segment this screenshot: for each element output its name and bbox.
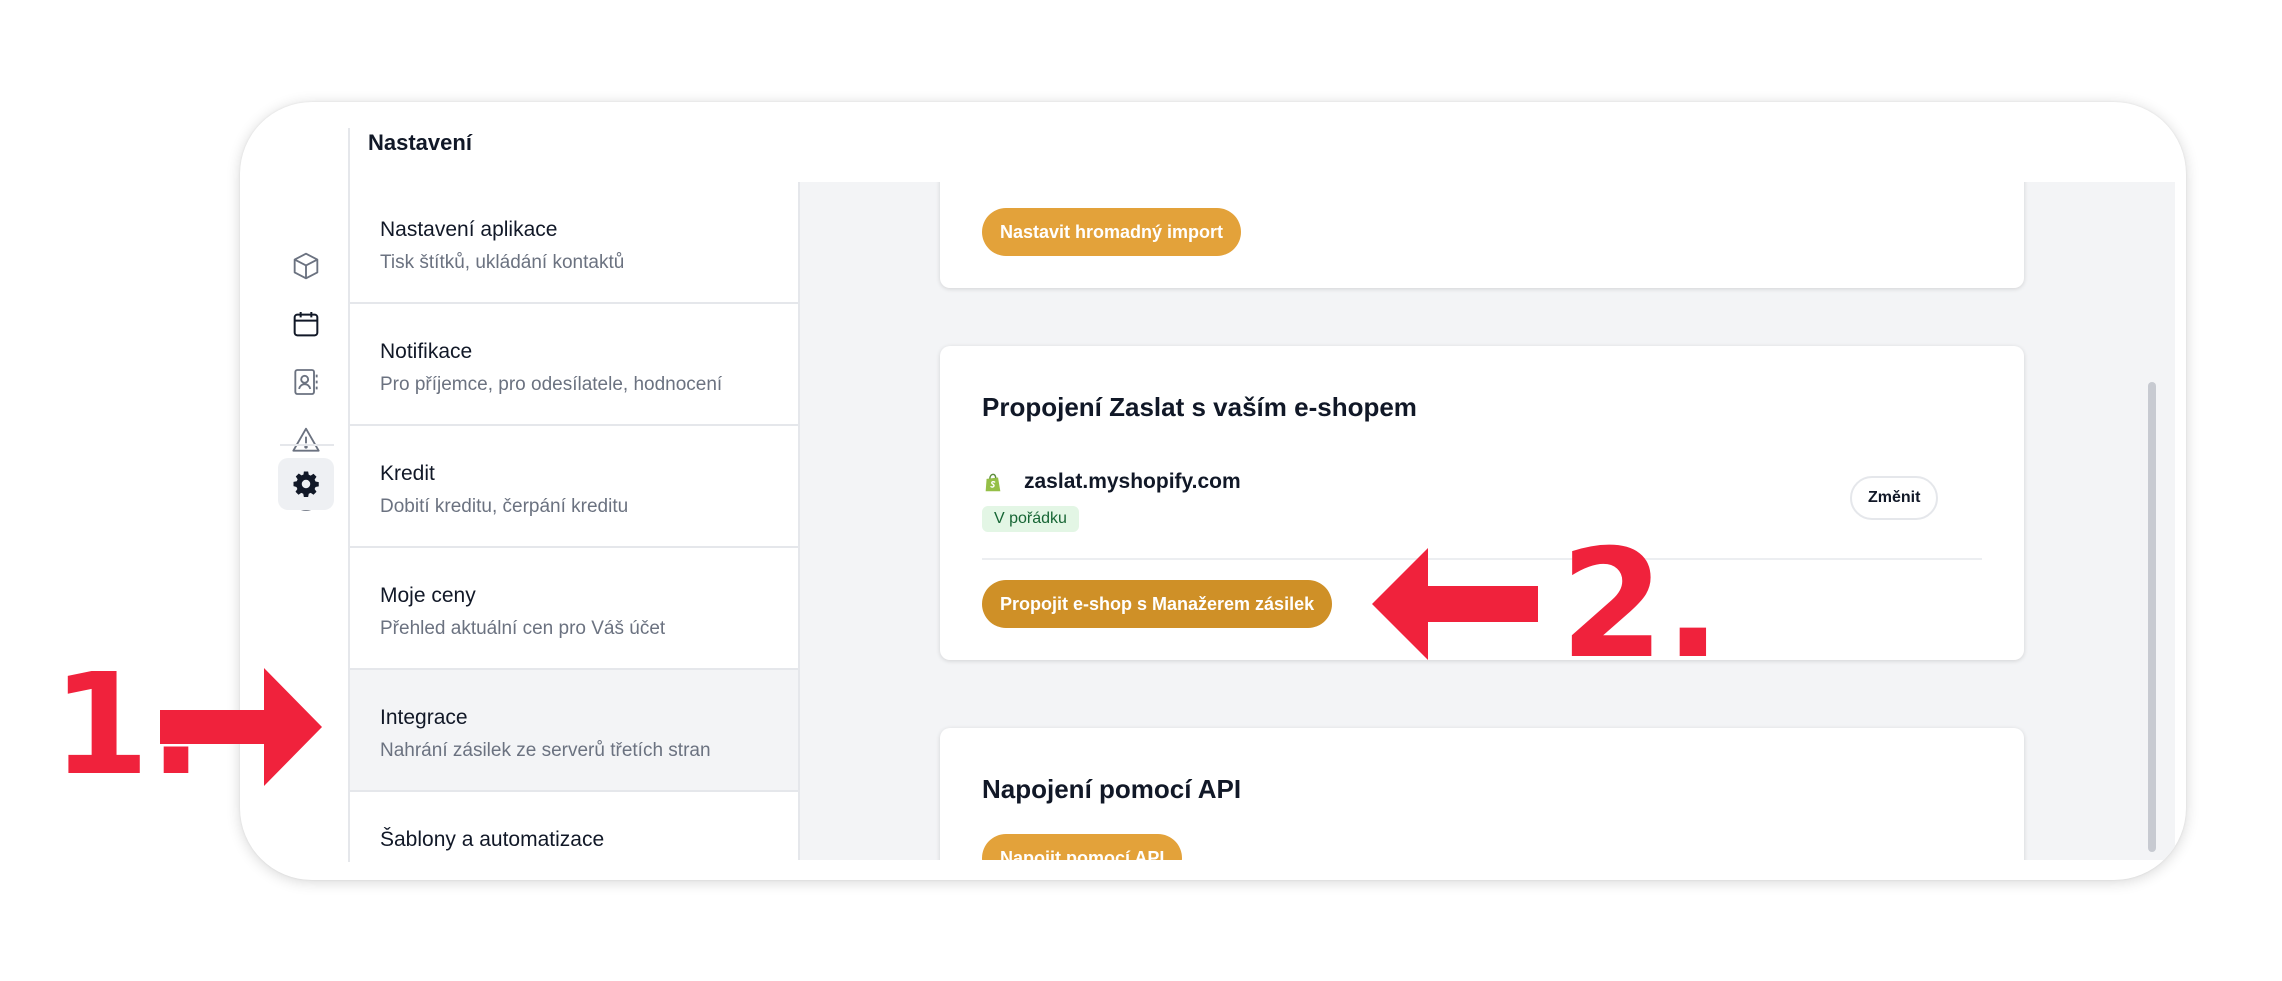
connect-eshop-button[interactable]: Propojit e-shop s Manažerem zásilek bbox=[982, 580, 1333, 628]
menu-item-templates[interactable]: Šablony a automatizace bbox=[350, 792, 798, 860]
settings-content[interactable]: Nastavit hromadný import Propojení Zasla… bbox=[800, 182, 2175, 860]
menu-item-integrations[interactable]: Integrace Nahrání zásilek ze serverů tře… bbox=[350, 670, 798, 792]
api-connection-card: Napojení pomocí API Napojit pomocí API bbox=[940, 728, 2024, 860]
menu-item-subtitle: Přehled aktuální cen pro Váš účet bbox=[380, 618, 666, 639]
menu-item-subtitle: Tisk štítků, ukládání kontaktů bbox=[380, 252, 625, 273]
menu-item-title: Kredit bbox=[380, 462, 435, 485]
menu-item-subtitle: Pro příjemce, pro odesílatele, hodnocení bbox=[380, 374, 723, 395]
annotation-step-2: 2. bbox=[1560, 518, 1722, 692]
scrollbar[interactable] bbox=[2148, 382, 2156, 852]
warning-icon[interactable] bbox=[284, 418, 328, 462]
settings-icon[interactable] bbox=[278, 458, 334, 510]
menu-item-subtitle: Dobití kreditu, čerpání kreditu bbox=[380, 496, 629, 517]
menu-item-title: Notifikace bbox=[380, 340, 473, 363]
page-title: Nastavení bbox=[368, 130, 472, 155]
menu-item-subtitle: Nahrání zásilek ze serverů třetích stran bbox=[380, 740, 711, 761]
menu-item-my-prices[interactable]: Moje ceny Přehled aktuální cen pro Váš ú… bbox=[350, 548, 798, 670]
api-connect-button[interactable]: Napojit pomocí API bbox=[982, 834, 1183, 860]
menu-item-title: Nastavení aplikace bbox=[380, 218, 558, 241]
package-icon[interactable] bbox=[284, 244, 328, 288]
menu-item-app-settings[interactable]: Nastavení aplikace Tisk štítků, ukládání… bbox=[350, 182, 798, 304]
contacts-icon[interactable] bbox=[284, 360, 328, 404]
change-button[interactable]: Změnit bbox=[1850, 476, 1939, 520]
menu-item-credit[interactable]: Kredit Dobití kreditu, čerpání kreditu bbox=[350, 426, 798, 548]
menu-item-title: Moje ceny bbox=[380, 584, 476, 607]
app-window: Nastavení Nastavení aplikace Tisk štítků… bbox=[240, 102, 2186, 880]
menu-item-title: Šablony a automatizace bbox=[380, 828, 605, 851]
annotation-arrow-right-icon bbox=[160, 668, 322, 786]
bulk-import-button[interactable]: Nastavit hromadný import bbox=[982, 208, 1242, 256]
rail-divider bbox=[280, 444, 334, 446]
annotation-arrow-left-icon bbox=[1372, 548, 1538, 660]
status-badge: V pořádku bbox=[982, 506, 1079, 532]
shop-name: zaslat.myshopify.com bbox=[1024, 470, 1241, 493]
bulk-import-card: Nastavit hromadný import bbox=[940, 182, 2024, 288]
eshop-card-heading: Propojení Zaslat s vaším e-shopem bbox=[982, 392, 1417, 422]
shopify-icon bbox=[985, 473, 1001, 492]
settings-menu: Nastavení aplikace Tisk štítků, ukládání… bbox=[350, 182, 800, 860]
menu-item-title: Integrace bbox=[380, 706, 468, 729]
menu-item-notifications[interactable]: Notifikace Pro příjemce, pro odesílatele… bbox=[350, 304, 798, 426]
api-card-heading: Napojení pomocí API bbox=[982, 774, 1242, 804]
calendar-icon[interactable] bbox=[284, 302, 328, 346]
